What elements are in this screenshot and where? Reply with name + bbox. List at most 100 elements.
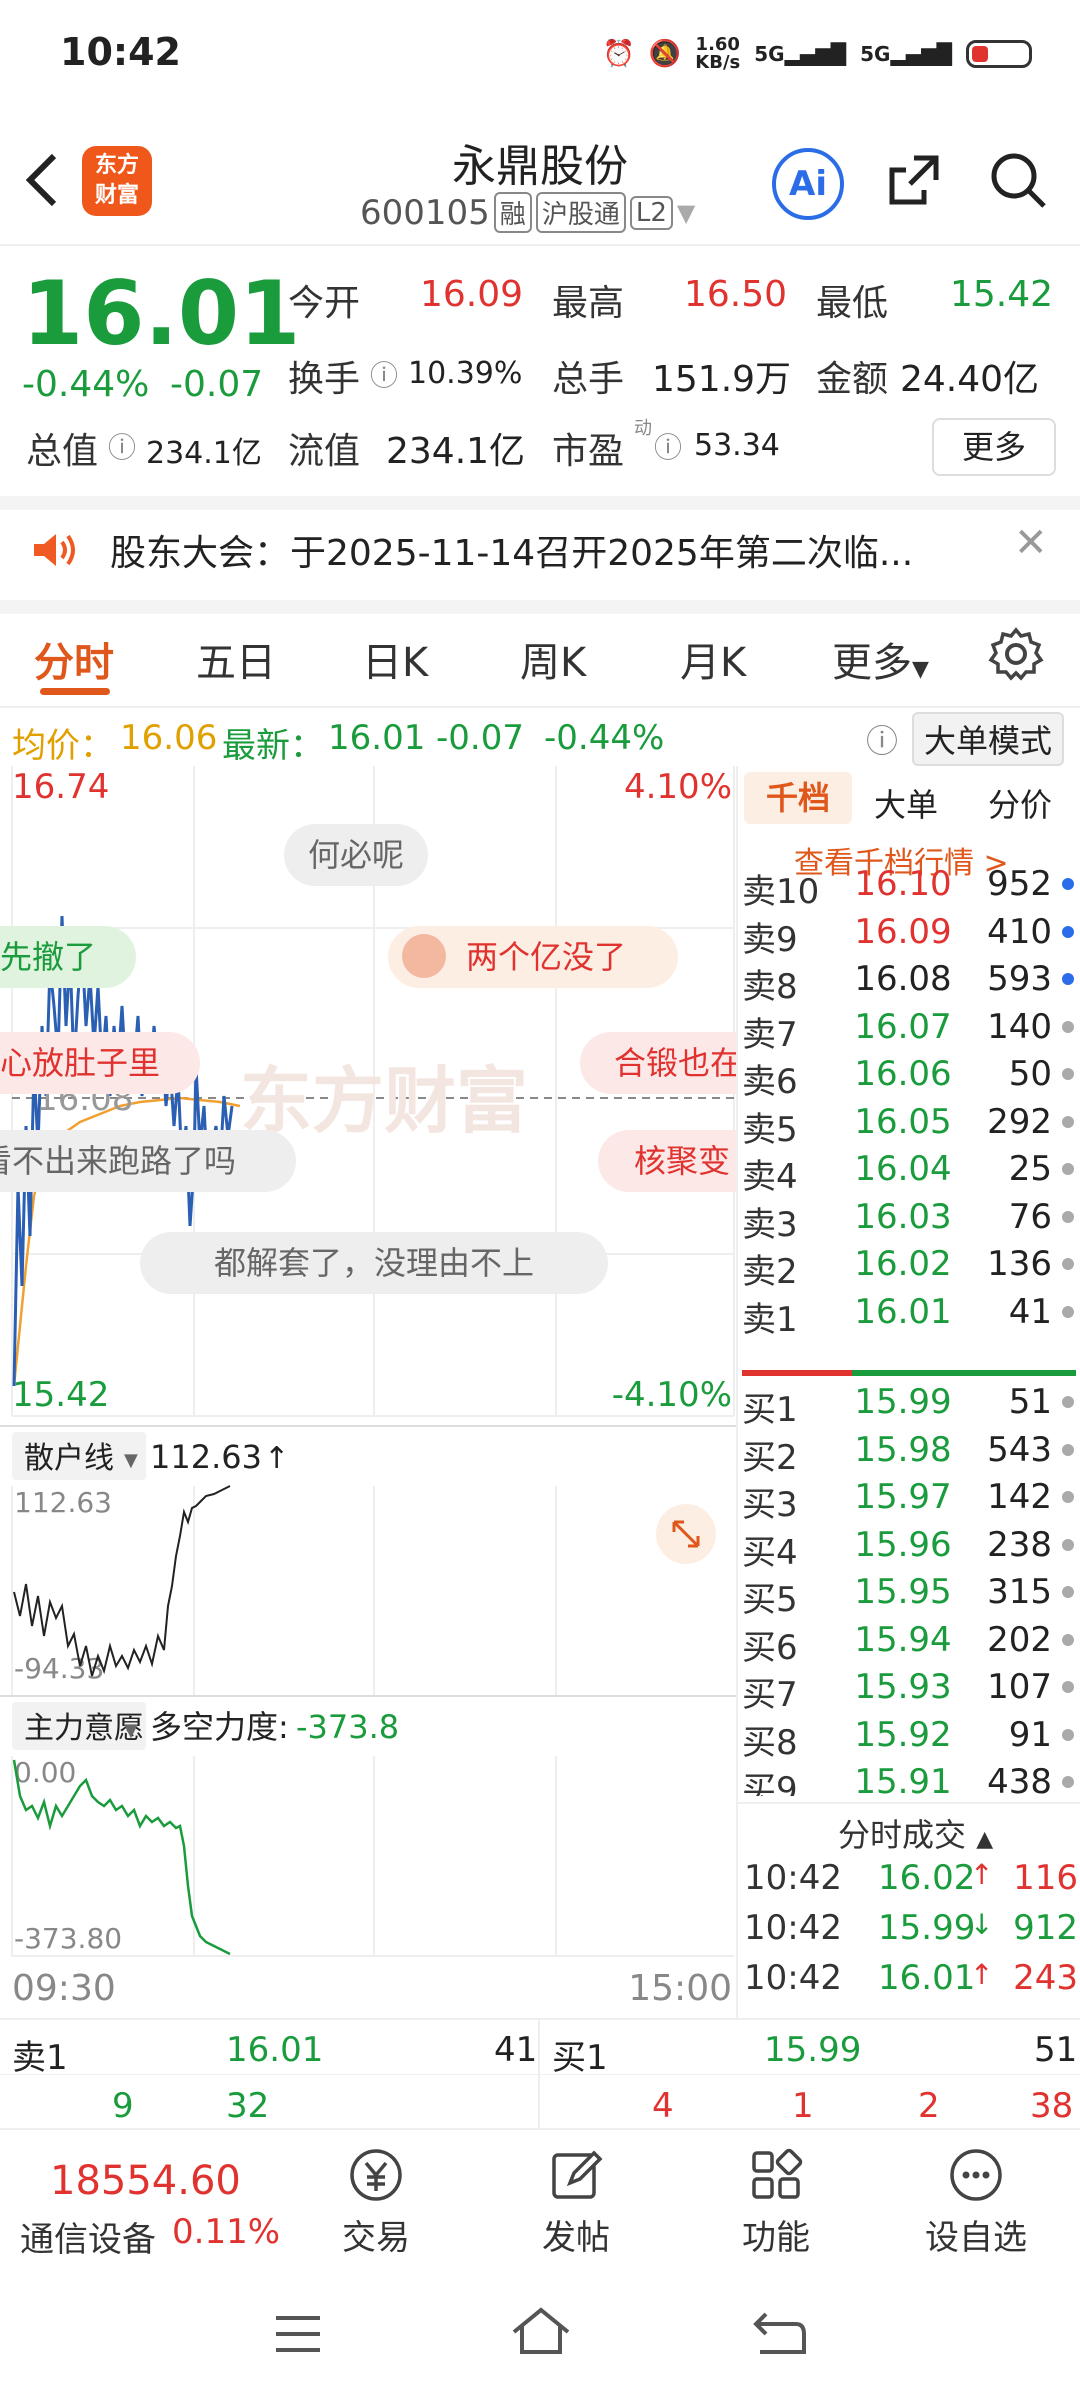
tick-price: 16.01 — [878, 1958, 976, 1998]
orderbook-row[interactable]: 买8 15.92 91 — [738, 1715, 1080, 1763]
home-icon[interactable] — [510, 2306, 572, 2362]
tick-volume: 243 — [1013, 1958, 1078, 1998]
orderbook-row[interactable]: 买5 15.95 315 — [738, 1572, 1080, 1620]
turnover-value: 10.39% — [408, 356, 523, 391]
tab-daily-k[interactable]: 日K — [362, 630, 428, 688]
orderbook-price: 16.09 — [854, 911, 952, 952]
orderbook-level-label: 卖5 — [742, 1109, 798, 1150]
index-value: 18554.60 — [50, 2158, 241, 2204]
orderbook-row[interactable]: 卖9 16.09 410 — [738, 912, 1080, 960]
open-label: 今开 — [288, 283, 361, 324]
orderbook-level-label: 买4 — [742, 1532, 798, 1573]
search-button[interactable] — [988, 150, 1048, 210]
tab-underline — [40, 688, 110, 695]
orderbook-row[interactable]: 买4 15.96 238 — [738, 1525, 1080, 1573]
orderbook-volume: 543 — [987, 1429, 1052, 1470]
orderbook-volume: 51 — [1008, 1382, 1052, 1422]
orderbook-row[interactable]: 卖3 16.03 76 — [738, 1197, 1080, 1245]
tab-by-price[interactable]: 分价 — [988, 780, 1052, 826]
info-circle-icon[interactable]: ⓘ — [654, 426, 682, 466]
orderbook-row[interactable]: 卖8 16.08 593 — [738, 959, 1080, 1007]
caret-down-icon: ▼ — [124, 1450, 138, 1471]
close-icon[interactable]: ✕ — [1014, 520, 1048, 566]
info-circle-icon[interactable]: ⓘ — [370, 354, 398, 394]
orderbook-row[interactable]: 卖2 16.02 136 — [738, 1244, 1080, 1292]
orderbook-row[interactable]: 卖5 16.05 292 — [738, 1102, 1080, 1150]
tab-5day[interactable]: 五日 — [196, 630, 276, 688]
low-label: 最低 — [816, 283, 889, 324]
trade-button[interactable]: 交易 — [306, 2140, 446, 2259]
orderbook-price: 16.10 — [854, 864, 952, 904]
orderbook-row[interactable]: 买1 15.99 51 — [738, 1382, 1080, 1430]
retail-top-label: 112.63 — [14, 1486, 112, 1519]
tab-big-order[interactable]: 大单 — [874, 780, 938, 826]
menu-icon[interactable] — [272, 2312, 324, 2360]
ask-bid-bar-red — [742, 1370, 852, 1376]
alarm-icon: ⏰ — [602, 39, 635, 69]
add-watchlist-label: 设自选 — [925, 2218, 1027, 2258]
caret-up-icon: ▲ — [976, 1827, 994, 1852]
intraday-info-line: 均价： 16.06 最新： 16.01 -0.07 -0.44% ⓘ 大单模式 — [0, 710, 1080, 766]
share-button[interactable] — [884, 150, 944, 210]
orderbook-row[interactable]: 卖4 16.04 25 — [738, 1149, 1080, 1197]
stock-code-row[interactable]: 600105 融 沪股通 L2 ▼ — [360, 192, 695, 233]
index-ticker[interactable]: 18554.60 通信设备 0.11% — [20, 2134, 300, 2264]
orderbook-price: 16.05 — [854, 1101, 952, 1142]
settings-gear-icon[interactable] — [988, 626, 1044, 686]
status-dot-icon — [1062, 1538, 1074, 1551]
status-dot-icon — [1062, 1258, 1074, 1270]
orderbook-level-label: 卖10 — [742, 872, 820, 912]
orderbook-price: 15.97 — [854, 1477, 952, 1517]
more-button[interactable]: 更多 — [932, 418, 1056, 476]
orderbook-level-label: 买1 — [742, 1390, 798, 1430]
add-watchlist-button[interactable]: 设自选 — [906, 2140, 1046, 2259]
orderbook-row[interactable]: 卖10 16.10 952 — [738, 864, 1080, 912]
tab-intraday[interactable]: 分时 — [34, 630, 114, 688]
help-icon[interactable]: ⓘ — [866, 716, 898, 762]
buy-queue-item: 2 — [918, 2086, 940, 2126]
ai-button[interactable]: Ai — [772, 148, 844, 220]
ticks-title[interactable]: 分时成交 ▲ — [838, 1810, 993, 1856]
latest-chg: -0.07 — [436, 718, 524, 758]
orderbook-row[interactable]: 买6 15.94 202 — [738, 1620, 1080, 1668]
status-dot-icon — [1062, 1633, 1074, 1646]
intraday-chart[interactable]: 东方财富 16.74 4.10% 16.08 15.42 -4.10% 何必呢 … — [0, 766, 736, 2018]
bid-list: 买1 15.99 51 买2 15.98 543 买3 15.97 142 买4 15.96 238 买… — [738, 1382, 1080, 1796]
orderbook-row[interactable]: 买9 15.91 438 — [738, 1762, 1080, 1796]
orderbook-row[interactable]: 买7 15.93 107 — [738, 1667, 1080, 1715]
tick-price: 16.02 — [878, 1858, 976, 1898]
bottom-sell-vol: 41 — [494, 2030, 538, 2070]
tab-more[interactable]: 更多▼ — [832, 630, 929, 688]
signal-icon-1: 5G▂▄▆█ — [754, 42, 847, 66]
trade-label: 交易 — [342, 2218, 410, 2258]
big-order-mode-button[interactable]: 大单模式 — [912, 712, 1065, 766]
orderbook-row[interactable]: 卖1 16.01 41 — [738, 1292, 1080, 1340]
battery-icon — [966, 40, 1032, 68]
notice-text: 股东大会：于2025-11-14召开2025年第二次临... — [110, 533, 914, 574]
tick-time: 10:42 — [744, 1958, 842, 1998]
orderbook-level-label: 卖4 — [742, 1157, 798, 1197]
post-button[interactable]: 发帖 — [506, 2140, 646, 2259]
orderbook-row[interactable]: 卖7 16.07 140 — [738, 1007, 1080, 1055]
orderbook-row[interactable]: 买3 15.97 142 — [738, 1477, 1080, 1525]
orderbook-row[interactable]: 卖6 16.06 50 — [738, 1054, 1080, 1102]
functions-button[interactable]: 功能 — [706, 2140, 846, 2259]
divider — [0, 2018, 1080, 2020]
signal-icon-2: 5G▂▄▆█ — [860, 42, 952, 66]
orderbook-volume: 238 — [987, 1524, 1052, 1565]
bottom-buy-label: 买1 — [552, 2038, 608, 2078]
tab-qiandang[interactable]: 千档 — [744, 772, 852, 824]
tab-weekly-k[interactable]: 周K — [520, 630, 586, 688]
caret-down-icon: ▼ — [912, 657, 929, 682]
tab-monthly-k[interactable]: 月K — [680, 630, 746, 688]
functions-label: 功能 — [742, 2218, 810, 2258]
speaker-icon — [30, 530, 80, 574]
info-circle-icon[interactable]: ⓘ — [108, 426, 136, 466]
change-pct: -0.44% — [22, 364, 150, 405]
orderbook-volume: 140 — [987, 1006, 1052, 1047]
stock-code: 600105 — [360, 192, 490, 233]
long-short-value: -373.8 — [296, 1708, 399, 1746]
orderbook-row[interactable]: 买2 15.98 543 — [738, 1430, 1080, 1478]
back-nav-icon[interactable] — [752, 2308, 808, 2362]
orderbook-volume: 41 — [1008, 1291, 1052, 1332]
